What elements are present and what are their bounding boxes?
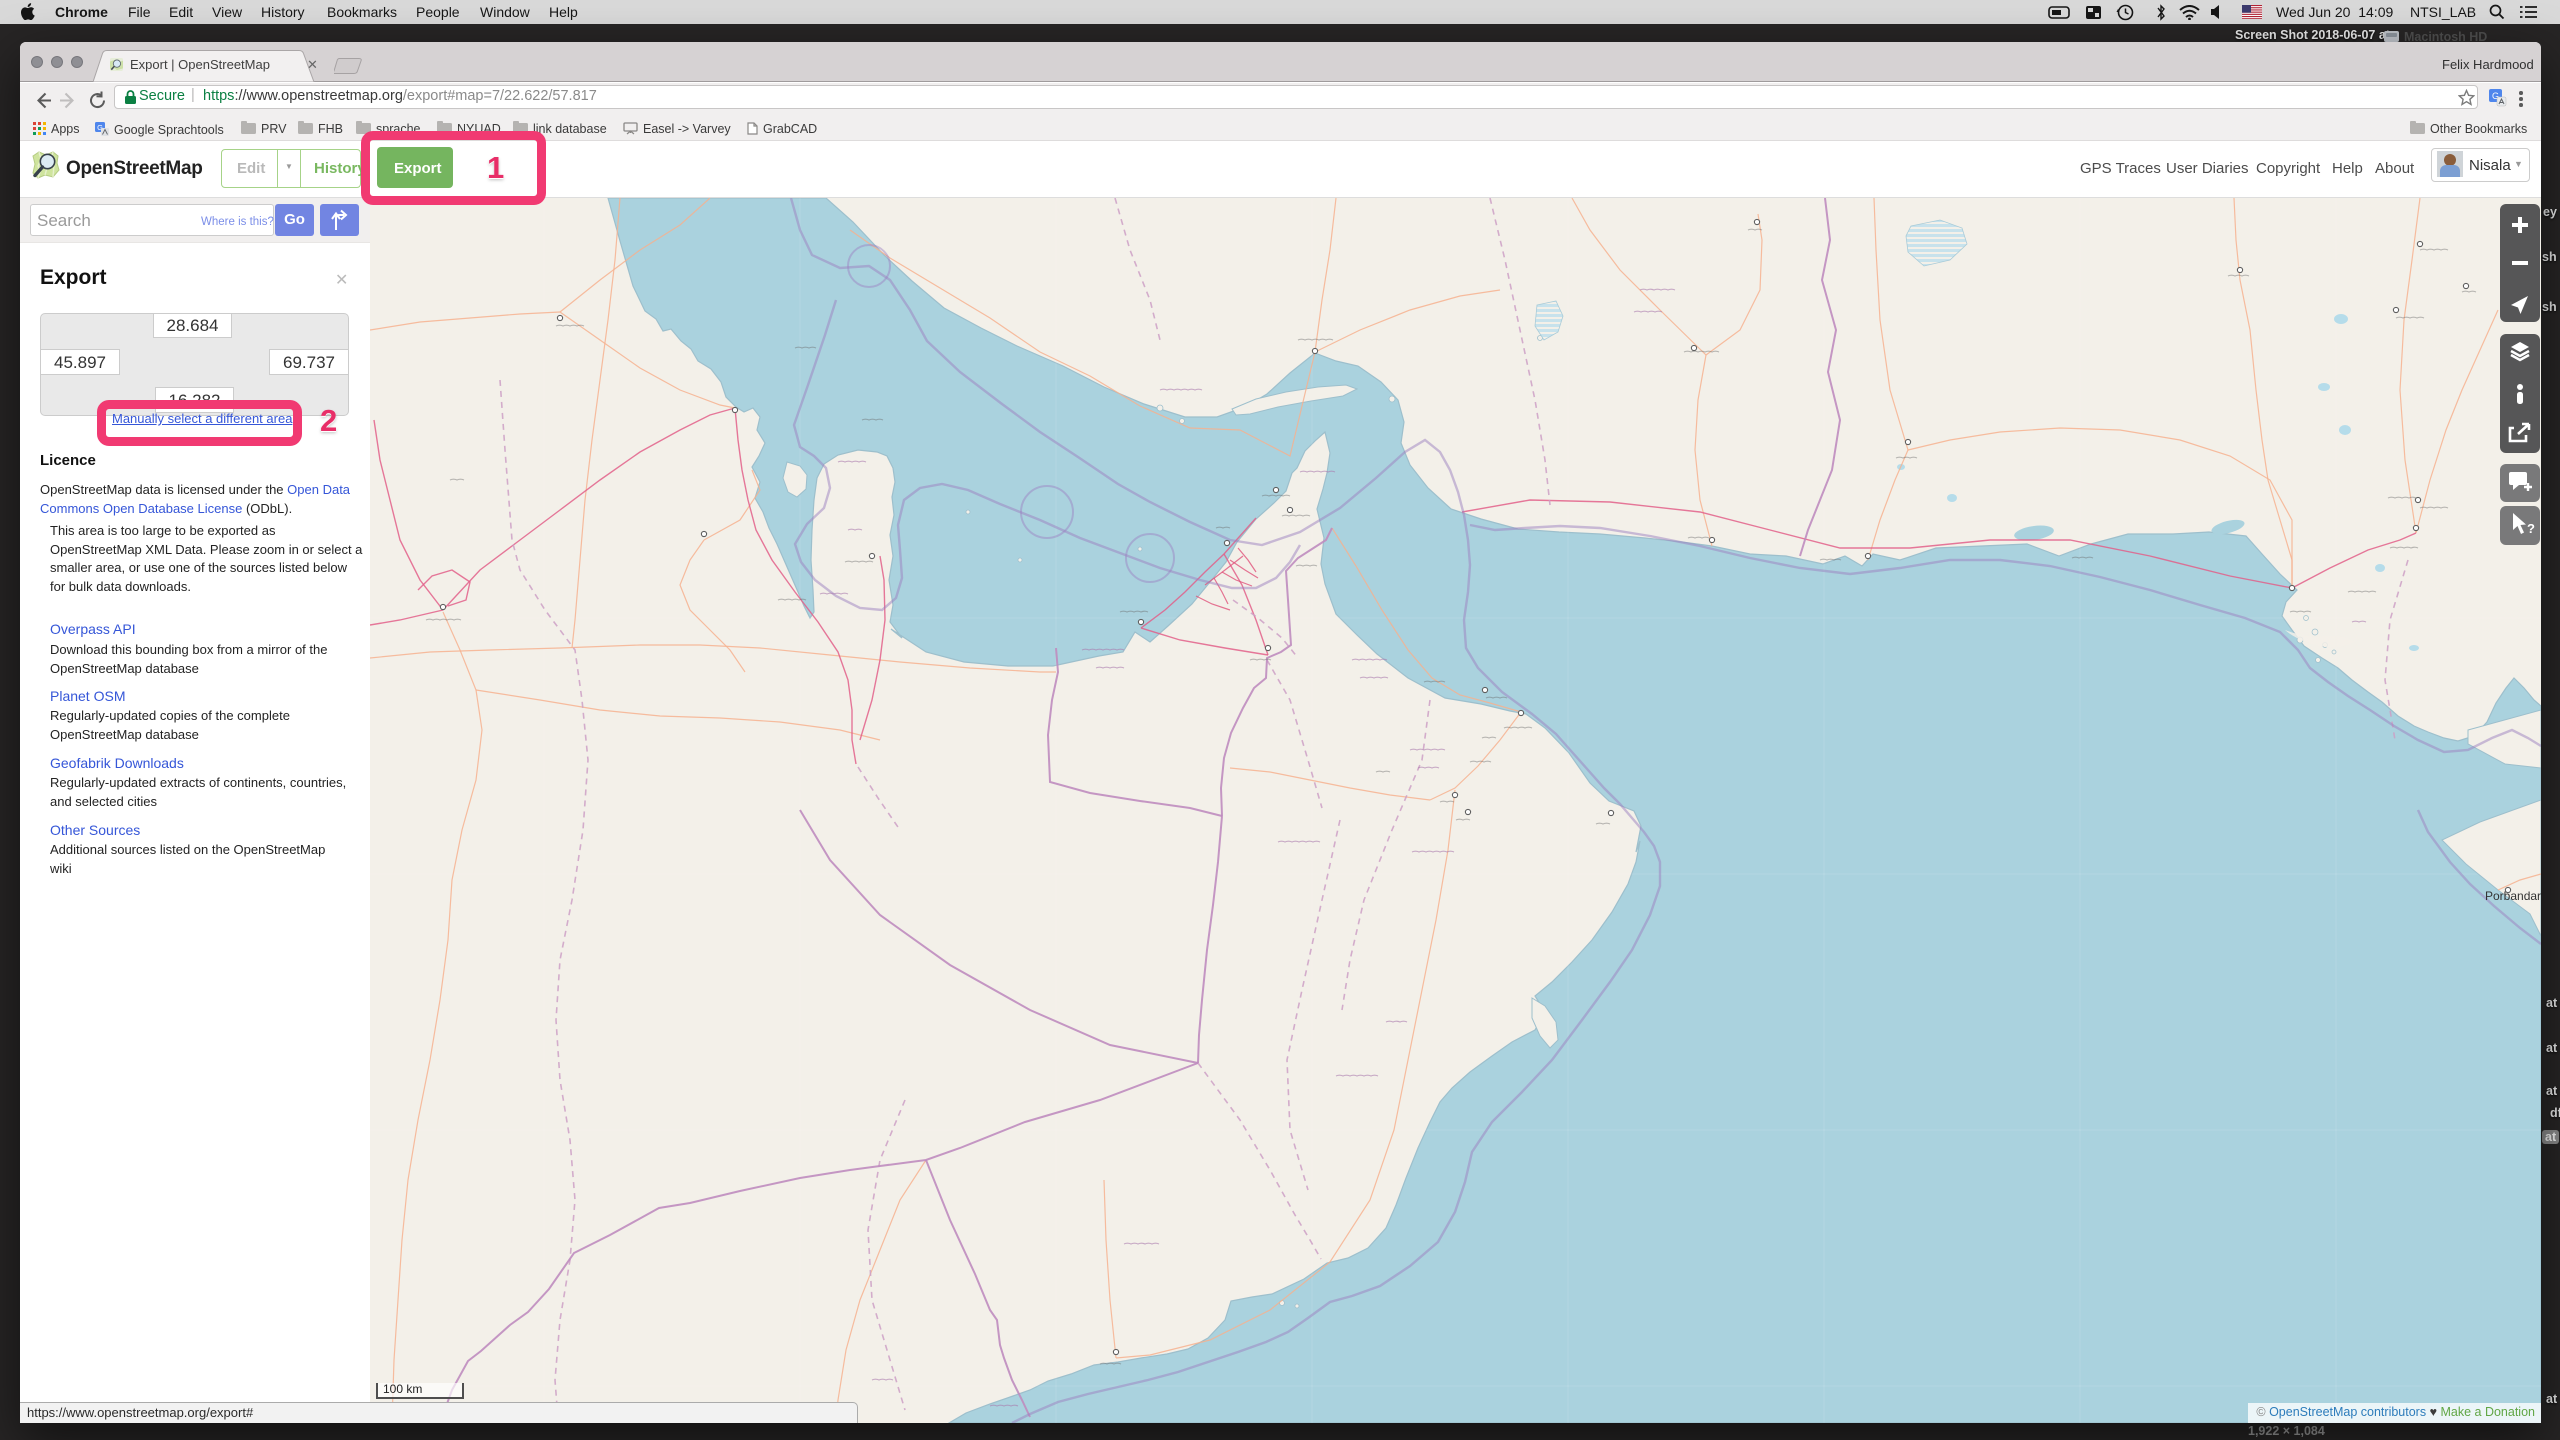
- svg-text:Porbandar: Porbandar: [2485, 889, 2541, 903]
- svg-text:?: ?: [2527, 521, 2535, 536]
